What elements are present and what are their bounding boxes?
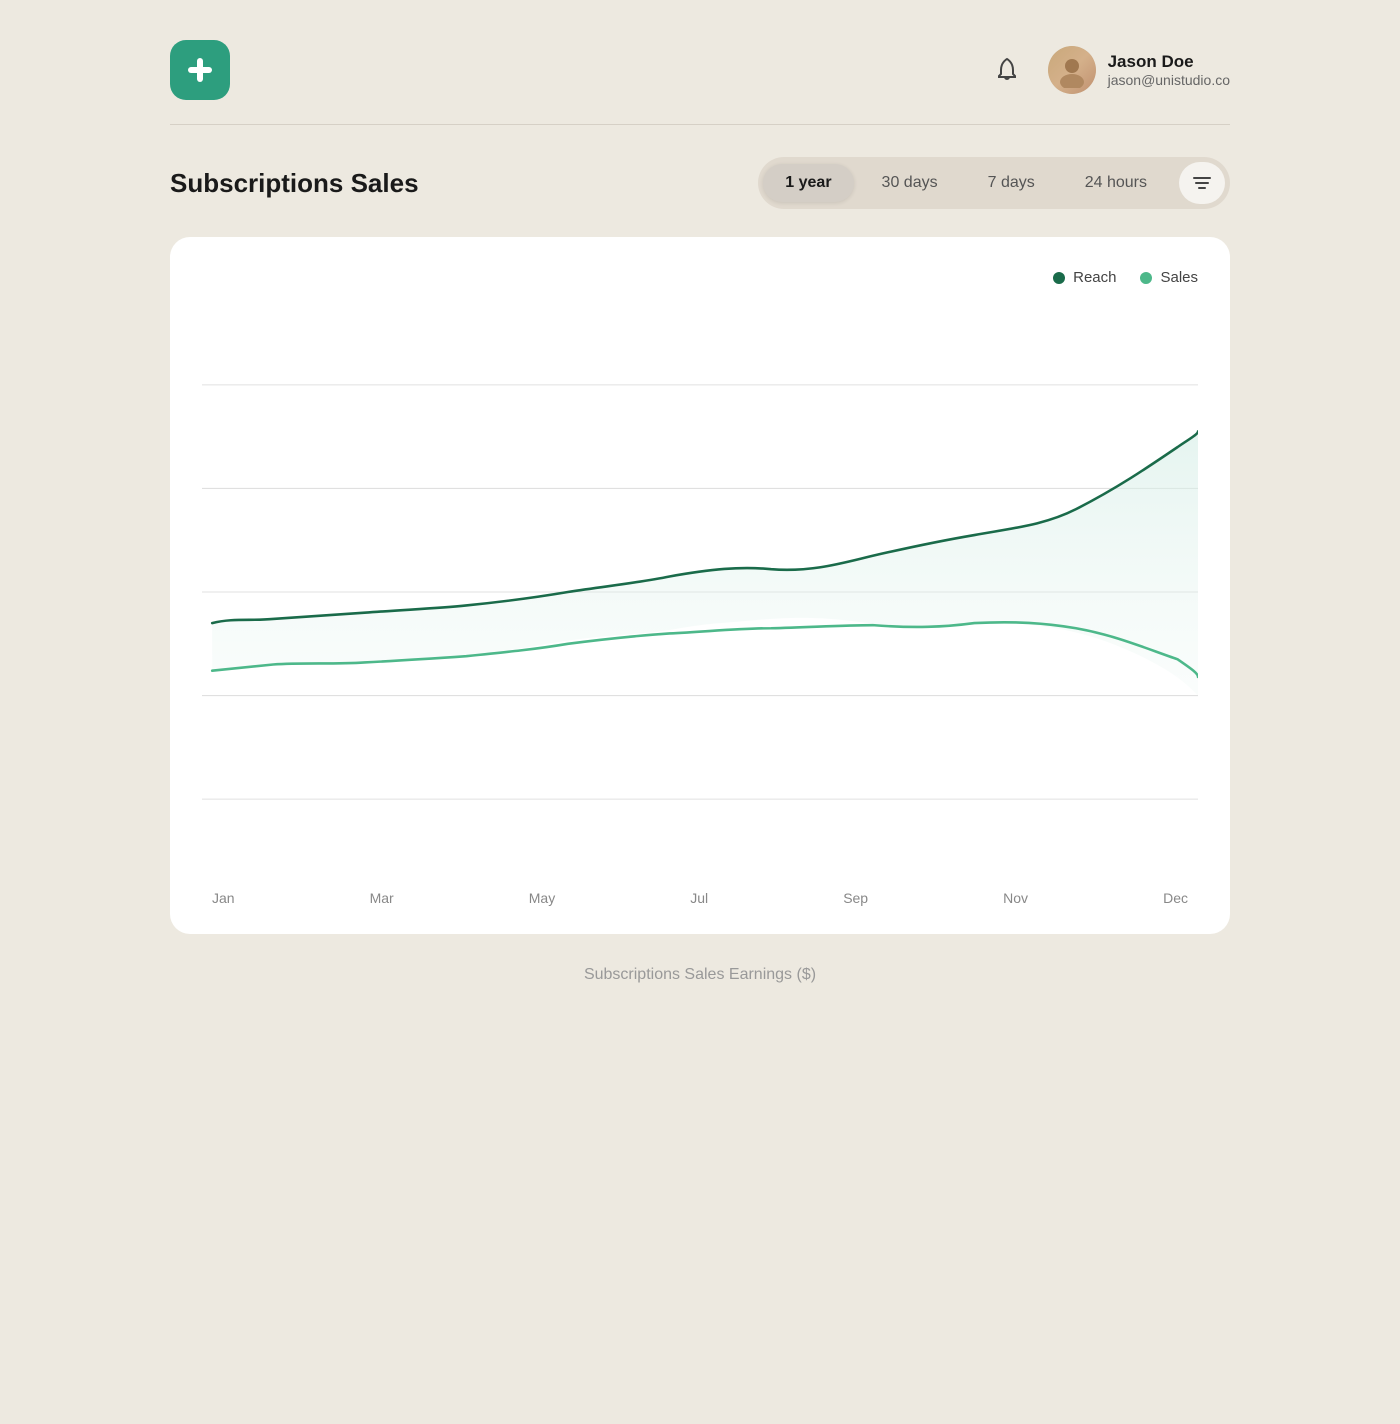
filter-24hours[interactable]: 24 hours bbox=[1063, 164, 1169, 202]
user-info: Jason Doe jason@unistudio.co bbox=[1048, 46, 1230, 94]
filter-1year[interactable]: 1 year bbox=[763, 164, 853, 202]
page-title: Subscriptions Sales bbox=[170, 168, 419, 199]
bell-icon bbox=[994, 56, 1020, 82]
user-details: Jason Doe jason@unistudio.co bbox=[1108, 52, 1230, 88]
chart-area bbox=[202, 302, 1198, 882]
filter-icon bbox=[1192, 173, 1212, 193]
x-label-sep: Sep bbox=[843, 890, 868, 906]
filter-30days[interactable]: 30 days bbox=[860, 164, 960, 202]
reach-area-fill bbox=[212, 431, 1198, 695]
filter-controls: 1 year 30 days 7 days 24 hours bbox=[758, 157, 1230, 209]
reach-label: Reach bbox=[1073, 269, 1116, 286]
x-axis-labels: Jan Mar May Jul Sep Nov Dec bbox=[202, 890, 1198, 906]
footer-label: Subscriptions Sales Earnings ($) bbox=[170, 966, 1230, 984]
x-label-mar: Mar bbox=[370, 890, 394, 906]
legend-sales: Sales bbox=[1140, 269, 1198, 286]
header: Jason Doe jason@unistudio.co bbox=[170, 40, 1230, 125]
x-label-jul: Jul bbox=[690, 890, 708, 906]
x-label-nov: Nov bbox=[1003, 890, 1028, 906]
logo-button[interactable] bbox=[170, 40, 230, 100]
sales-label: Sales bbox=[1160, 269, 1198, 286]
content-header: Subscriptions Sales 1 year 30 days 7 day… bbox=[170, 157, 1230, 209]
x-label-dec: Dec bbox=[1163, 890, 1188, 906]
reach-dot bbox=[1053, 272, 1065, 284]
filter-7days[interactable]: 7 days bbox=[966, 164, 1057, 202]
avatar-image bbox=[1048, 46, 1096, 94]
header-right: Jason Doe jason@unistudio.co bbox=[986, 46, 1230, 94]
x-label-may: May bbox=[529, 890, 555, 906]
avatar-person-icon bbox=[1054, 52, 1090, 88]
notification-button[interactable] bbox=[986, 48, 1028, 93]
avatar bbox=[1048, 46, 1096, 94]
user-name: Jason Doe bbox=[1108, 52, 1230, 72]
chart-svg bbox=[202, 302, 1198, 882]
x-label-jan: Jan bbox=[212, 890, 235, 906]
chart-legend: Reach Sales bbox=[202, 269, 1198, 286]
chart-card: Reach Sales bbox=[170, 237, 1230, 934]
filter-settings-button[interactable] bbox=[1179, 162, 1225, 204]
plus-icon bbox=[184, 54, 216, 86]
legend-reach: Reach bbox=[1053, 269, 1116, 286]
user-email: jason@unistudio.co bbox=[1108, 72, 1230, 88]
sales-dot bbox=[1140, 272, 1152, 284]
